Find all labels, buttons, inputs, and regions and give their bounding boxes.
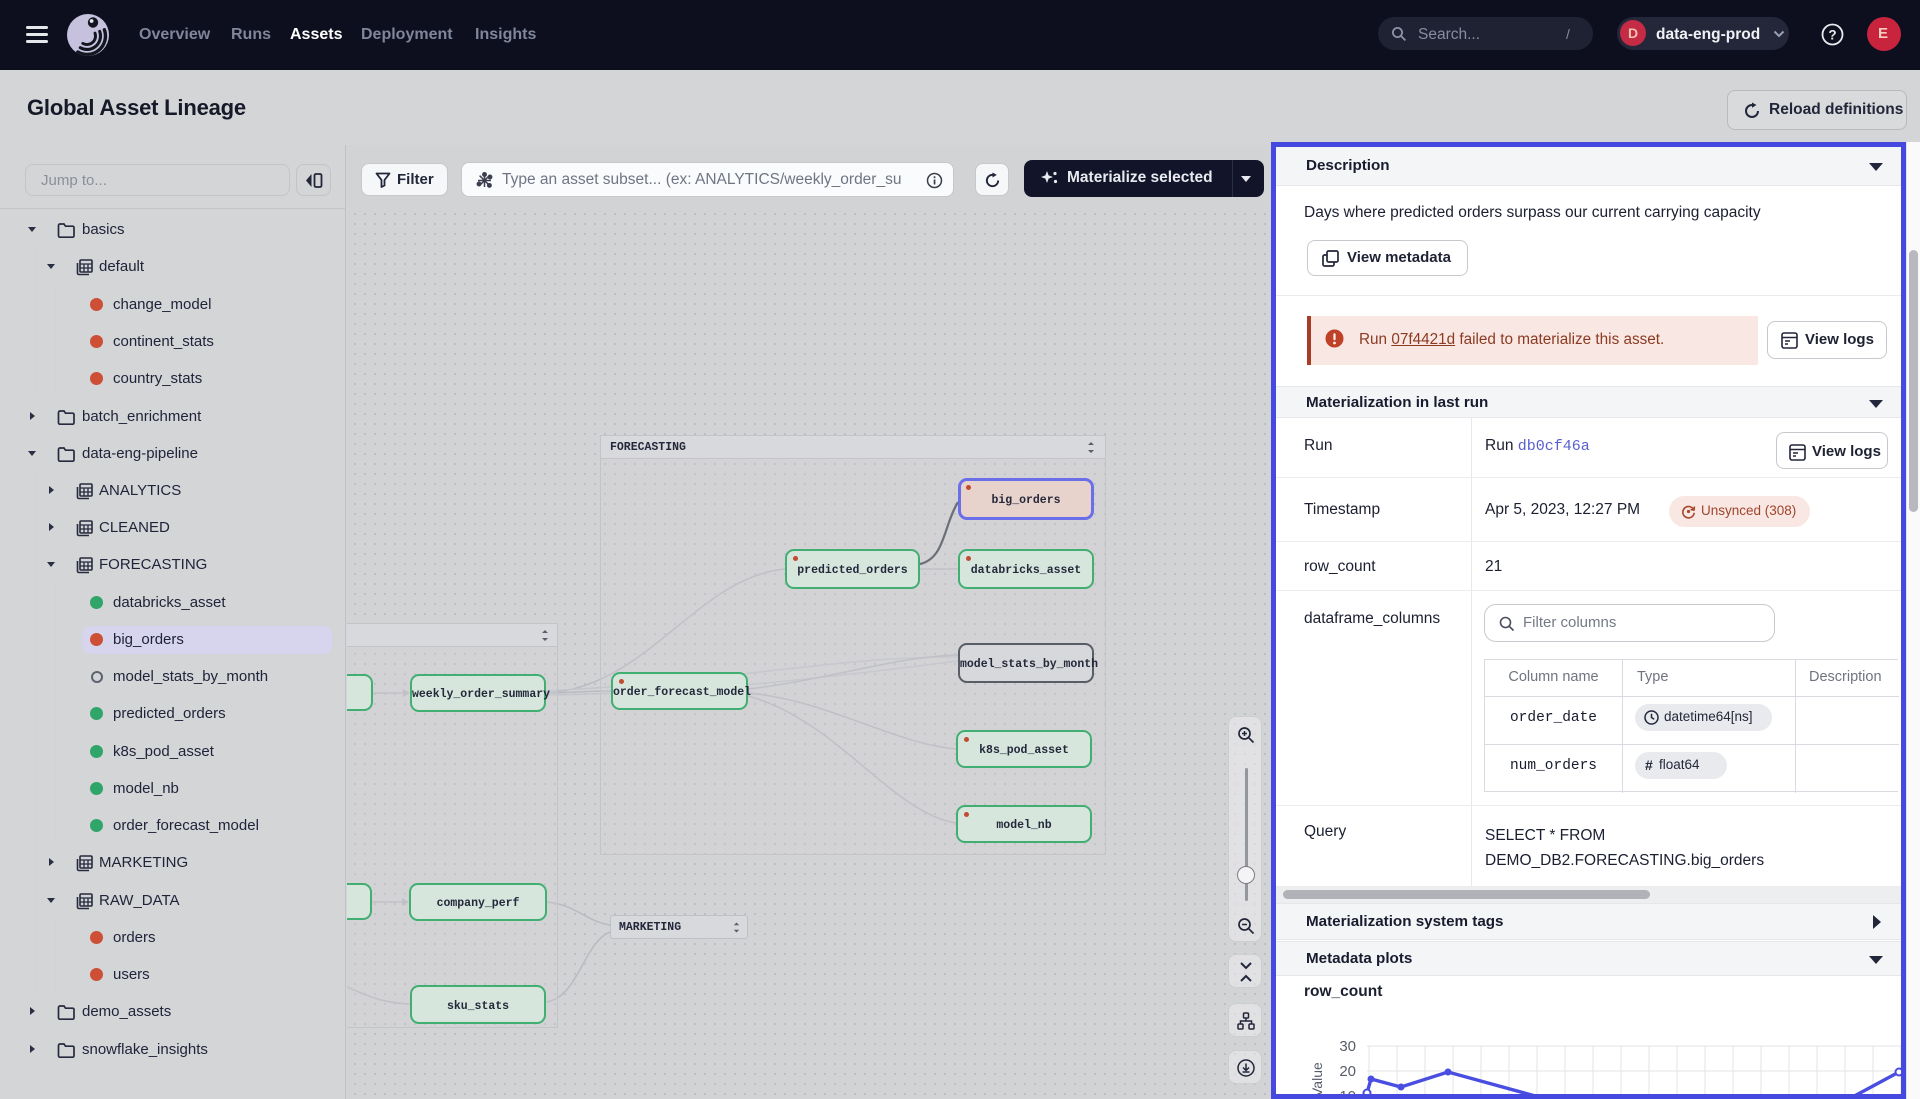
svg-text:30: 30 <box>1339 1038 1356 1055</box>
svg-text:Value: Value <box>1309 1062 1325 1097</box>
svg-text:10: 10 <box>1339 1088 1356 1099</box>
svg-text:20: 20 <box>1339 1063 1356 1080</box>
svg-text:?: ? <box>1828 28 1836 43</box>
